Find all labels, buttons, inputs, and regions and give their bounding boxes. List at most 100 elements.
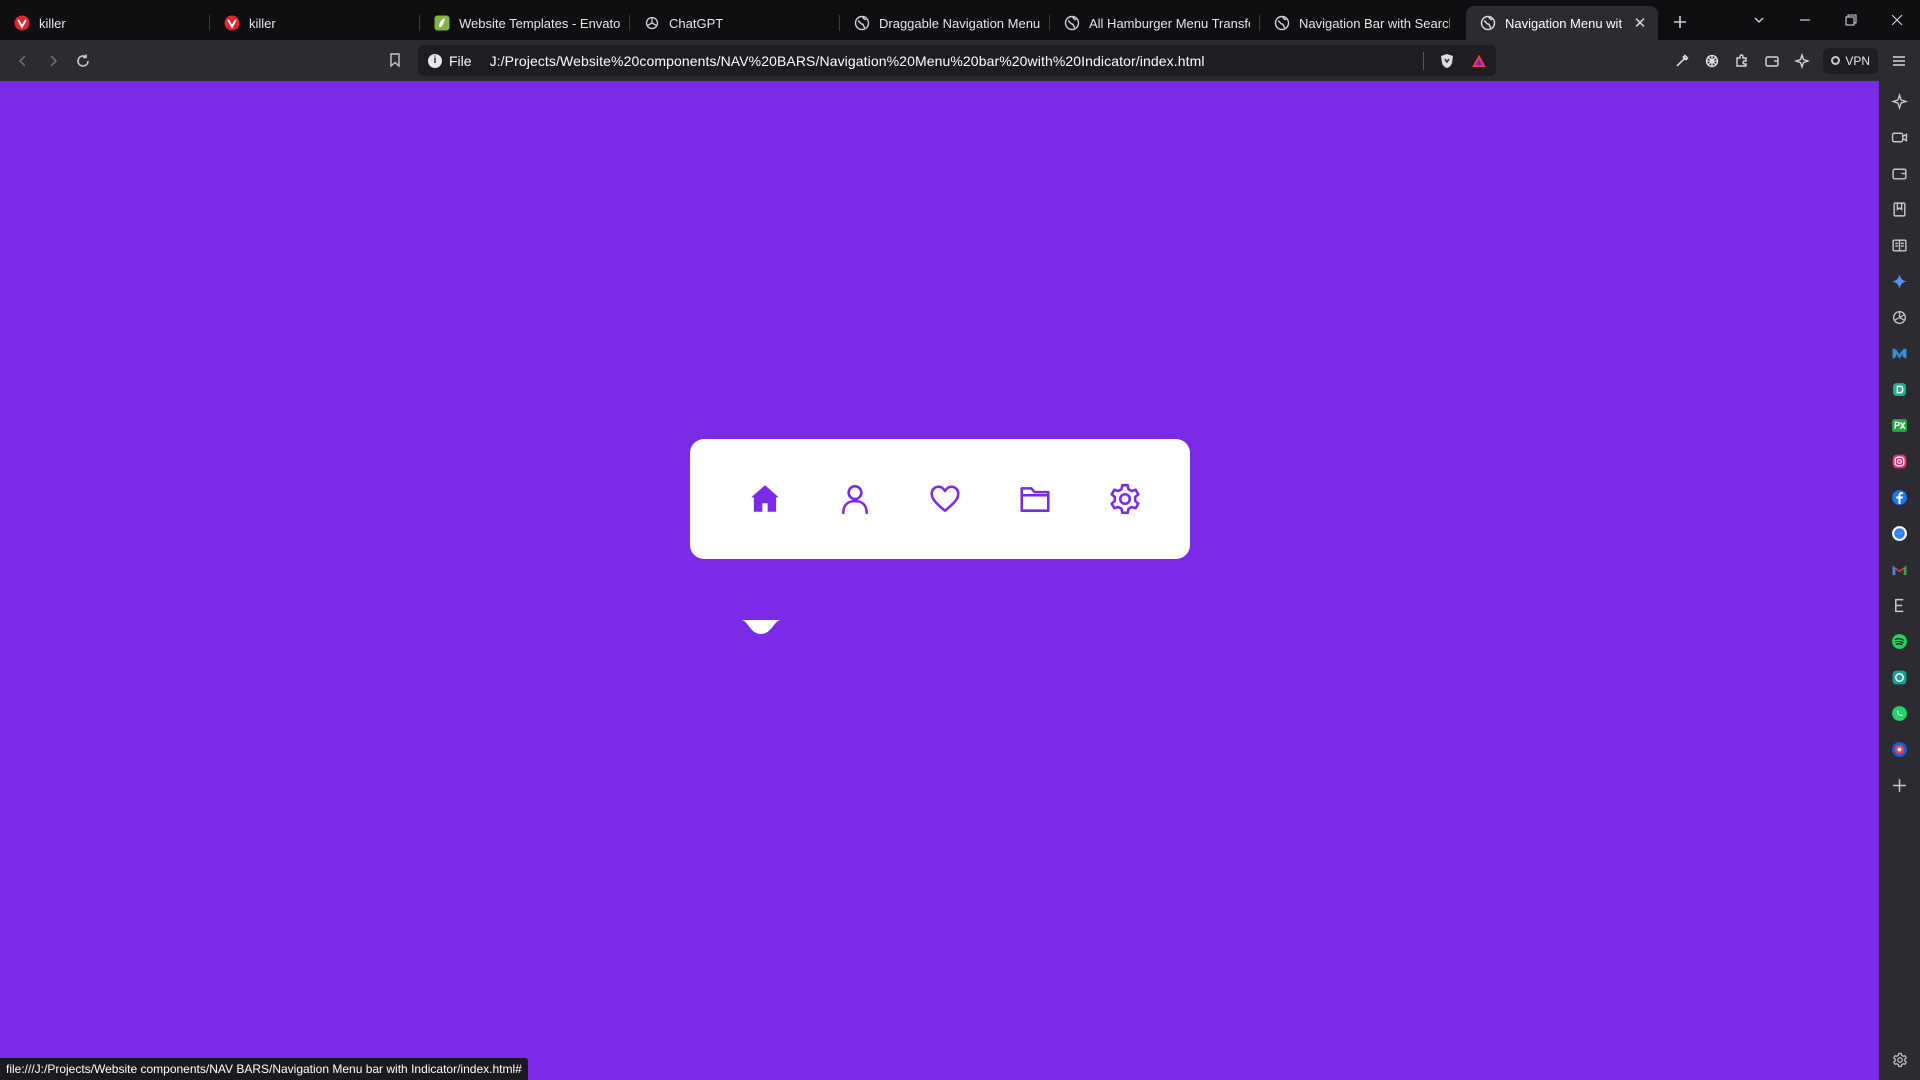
tab-label: Website Templates - Envato [459, 15, 620, 31]
browser-sidebar [1879, 81, 1920, 1080]
brave-rewards-icon[interactable] [1470, 52, 1488, 70]
hamburger-icon [1893, 55, 1905, 66]
close-tab-icon[interactable]: ✕ [1632, 15, 1648, 32]
reading-list-icon [1892, 238, 1907, 252]
nav-item-settings[interactable] [1080, 454, 1170, 544]
gear-icon [1892, 1052, 1907, 1068]
sidebar-music-app[interactable] [1879, 731, 1920, 767]
eyedropper-button[interactable] [1667, 46, 1697, 76]
separator [1423, 51, 1424, 70]
home-icon [751, 485, 779, 512]
user-icon [842, 484, 868, 515]
tab-nav-search[interactable]: Navigation Bar with Search Bo [1260, 6, 1460, 40]
sidebar-gmail[interactable] [1879, 551, 1920, 587]
nav-item-home[interactable] [720, 454, 810, 544]
sidebar-wallet[interactable] [1879, 155, 1920, 191]
menu-button[interactable] [1884, 46, 1914, 76]
sidebar-pixabay[interactable] [1879, 407, 1920, 443]
nav-item-files[interactable] [990, 454, 1080, 544]
reload-button[interactable] [68, 46, 98, 76]
plus-icon [1893, 778, 1906, 792]
globe-icon [1274, 15, 1290, 31]
ai-assistant-button[interactable] [1697, 46, 1727, 76]
vivaldi-icon [224, 15, 240, 31]
sidebar-whatsapp[interactable] [1879, 695, 1920, 731]
app-d-icon [1893, 382, 1906, 396]
new-tab-button[interactable] [1666, 8, 1694, 36]
sidebar-instagram[interactable] [1879, 443, 1920, 479]
toolbar-right-actions: VPN [1667, 45, 1914, 76]
sidebar-envato[interactable] [1879, 587, 1920, 623]
restore-button[interactable] [1828, 0, 1874, 40]
status-url: file:///J:/Projects/Website components/N… [6, 1062, 522, 1076]
sidebar-pushbullet[interactable] [1879, 659, 1920, 695]
vpn-button[interactable]: VPN [1823, 47, 1878, 74]
page-viewport [0, 81, 1879, 1080]
tab-killer-1[interactable]: killer [0, 6, 210, 40]
vpn-label: VPN [1845, 53, 1870, 68]
sidebar-spotify[interactable] [1879, 623, 1920, 659]
tab-nav-indicator[interactable]: Navigation Menu with Inc ✕ [1466, 6, 1658, 40]
tab-label: killer [39, 15, 66, 31]
video-call-icon [1891, 132, 1908, 142]
tab-draggable-nav[interactable]: Draggable Navigation Menu [840, 6, 1050, 40]
sidebar-facebook[interactable] [1879, 479, 1920, 515]
sparkle-icon [1794, 52, 1811, 69]
url-scheme-label: File [449, 52, 472, 69]
pen-icon [1676, 53, 1689, 67]
address-bar[interactable]: i File J:/Projects/Website%20components/… [418, 45, 1496, 76]
info-icon[interactable]: i [428, 53, 442, 68]
extensions-button[interactable] [1727, 46, 1757, 76]
bookmarks-icon [1893, 201, 1906, 217]
arrow-right-icon [50, 54, 58, 67]
envato-icon [434, 15, 450, 31]
brave-shield-icon[interactable] [1438, 52, 1456, 70]
url-text[interactable]: J:/Projects/Website%20components/NAV%20B… [490, 53, 1205, 69]
close-window-button[interactable] [1874, 0, 1920, 40]
nav-item-favorites[interactable] [900, 454, 990, 544]
minimize-button[interactable] [1782, 0, 1828, 40]
browser-window: killer killer Website Templates - Envato… [0, 0, 1920, 1080]
tab-chatgpt[interactable]: ChatGPT [630, 6, 840, 40]
tab-killer-2[interactable]: killer [210, 6, 420, 40]
chatgpt-icon [644, 15, 660, 31]
minimize-icon [1800, 19, 1810, 21]
wallet-button[interactable] [1757, 46, 1787, 76]
bookmark-button[interactable] [380, 45, 410, 75]
tab-label: Navigation Bar with Search Bo [1299, 15, 1450, 31]
sidebar-add-panel[interactable] [1879, 767, 1920, 803]
tab-label: ChatGPT [669, 15, 724, 31]
tab-envato[interactable]: Website Templates - Envato [420, 6, 630, 40]
sidebar-settings[interactable] [1879, 1048, 1920, 1072]
chatgpt-icon [1893, 310, 1906, 324]
sidebar-deepl[interactable] [1879, 371, 1920, 407]
sidebar-gemini[interactable] [1879, 263, 1920, 299]
folder-icon [1020, 487, 1050, 512]
tab-label: All Hamburger Menu Transfor [1089, 15, 1250, 31]
sidebar-malwarebytes[interactable] [1879, 335, 1920, 371]
nav-item-profile[interactable] [810, 454, 900, 544]
back-button[interactable] [8, 46, 38, 76]
tab-search-button[interactable] [1736, 0, 1782, 40]
sidebar-messenger[interactable] [1879, 515, 1920, 551]
tab-strip: killer killer Website Templates - Envato… [0, 0, 1920, 40]
reload-icon [77, 54, 89, 67]
whatsapp-icon [1892, 705, 1907, 721]
globe-icon [1480, 15, 1496, 31]
tab-hamburger-menu[interactable]: All Hamburger Menu Transfor [1050, 6, 1260, 40]
gemini-icon [1892, 273, 1907, 289]
leo-ai-button[interactable] [1787, 46, 1817, 76]
sidebar-leo-ai[interactable] [1879, 83, 1920, 119]
sidebar-talk[interactable] [1879, 119, 1920, 155]
globe-icon [1064, 15, 1080, 31]
malwarebytes-icon [1892, 347, 1907, 359]
gmail-icon [1892, 564, 1907, 575]
forward-button[interactable] [38, 46, 68, 76]
heart-icon [930, 485, 960, 512]
sidebar-bookmarks[interactable] [1879, 191, 1920, 227]
status-bar: file:///J:/Projects/Website components/N… [0, 1058, 528, 1080]
sidebar-chatgpt[interactable] [1879, 299, 1920, 335]
sidebar-reading-list[interactable] [1879, 227, 1920, 263]
instagram-icon [1892, 454, 1907, 468]
wallet-icon [1765, 55, 1780, 67]
